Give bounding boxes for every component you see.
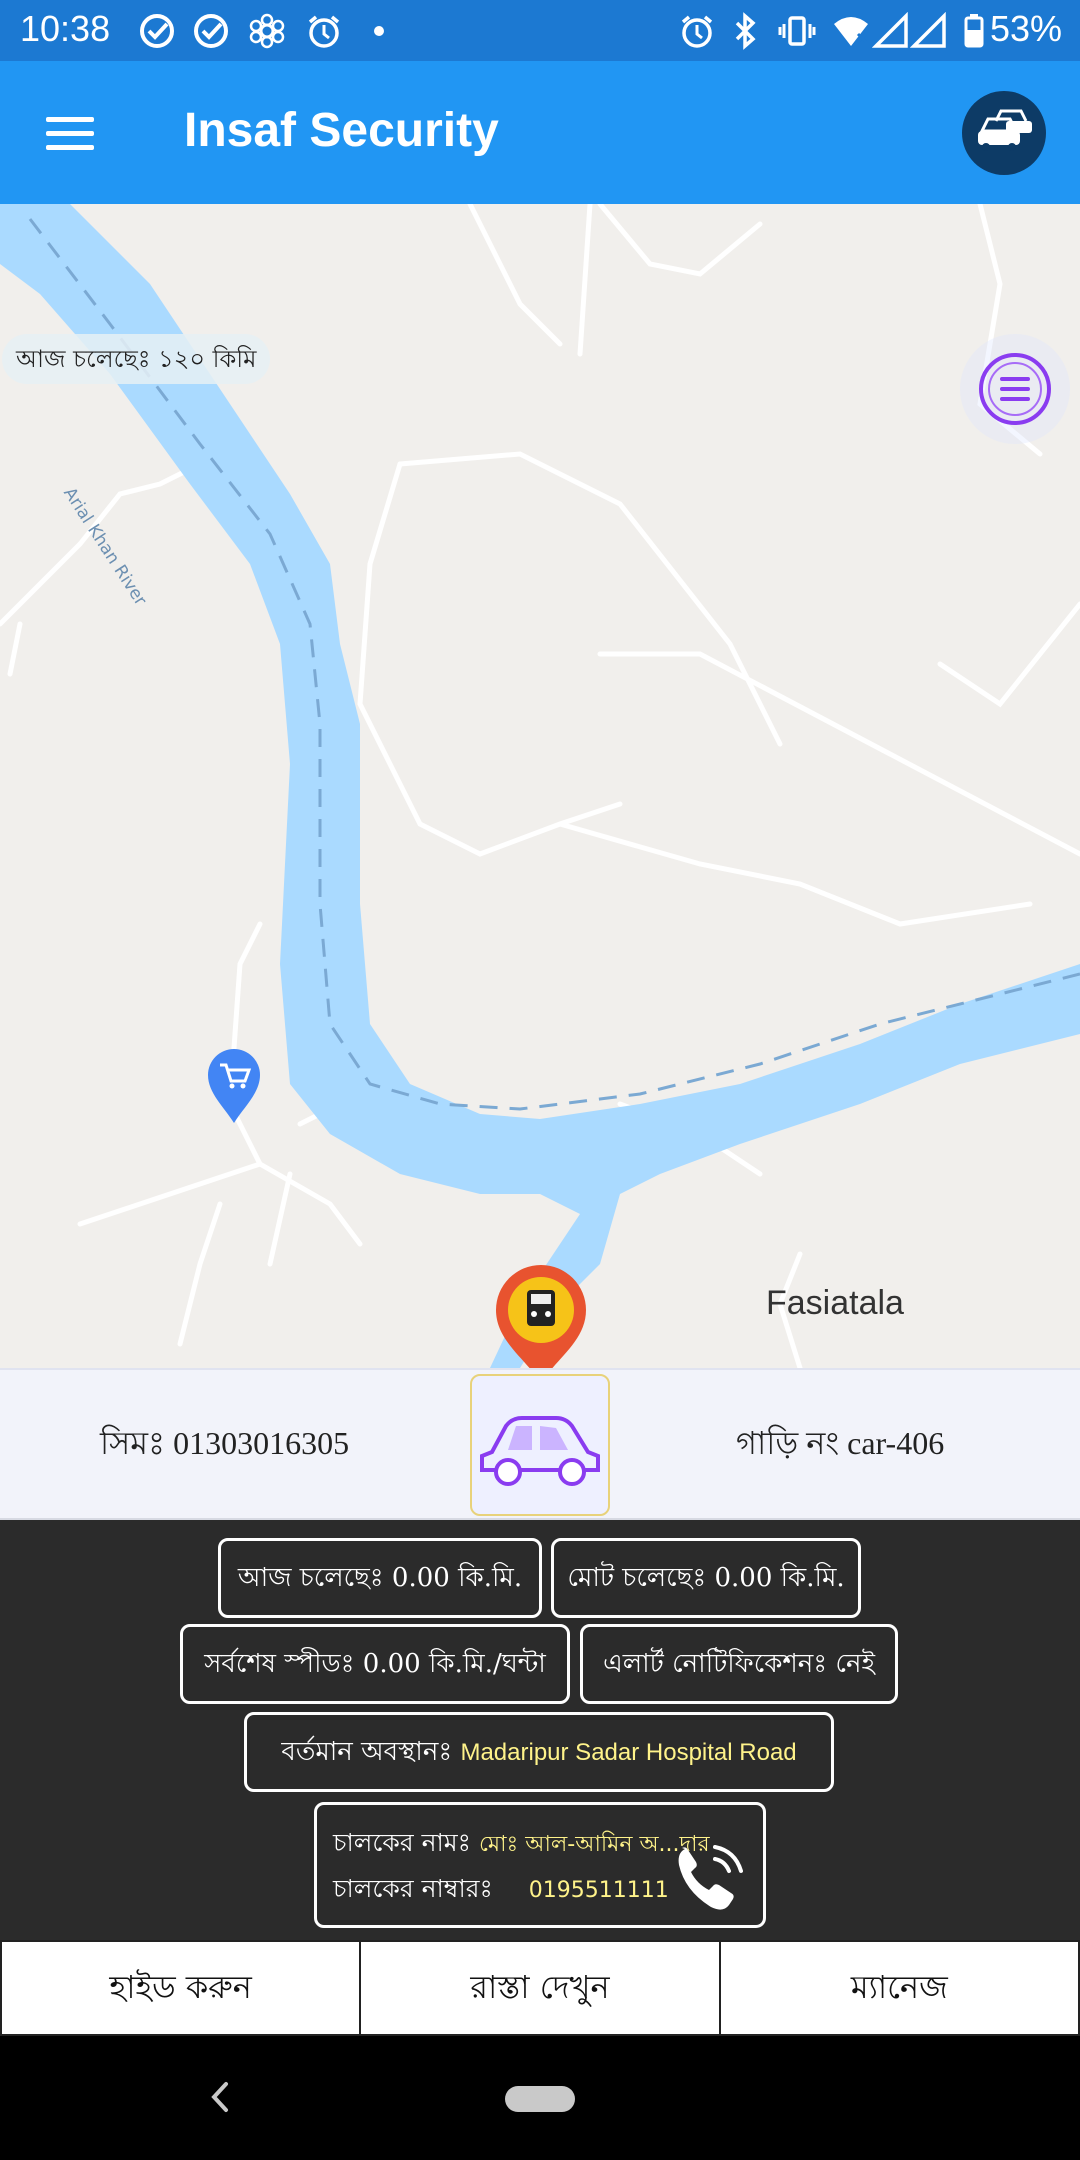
alarm-icon [681,15,713,48]
map-view[interactable]: Arial Khan River আজ চলেছেঃ ১২০ কিমি Fasi… [0,204,1080,1368]
vibrate-icon [778,16,816,46]
battery-icon [964,14,984,48]
tab-manage[interactable]: ম্যানেজ [718,1942,1080,2034]
total-distance: মোট চলেছেঃ 0.00 কি.মি. [567,1563,845,1593]
tab-hide[interactable]: হাইড করুন [0,1942,359,2034]
details-panel: আজ চলেছেঃ 0.00 কি.মি. মোট চলেছেঃ 0.00 কি… [0,1520,1080,1940]
vehicle-plate: গাড়ি নং car-406 [736,1425,945,1461]
back-chevron-icon[interactable] [200,2072,240,2122]
system-nav-bar [0,2036,1080,2160]
check-circle-icon [194,14,228,48]
last-speed-box: সর্বশেষ স্পীডঃ 0.00 কি.মি./ঘন্টা [180,1624,570,1704]
list-menu-icon[interactable] [960,334,1070,444]
sim-number: সিমঃ 01303016305 [100,1425,350,1461]
vehicle-info-strip: সিমঃ 01303016305 গাড়ি নং car-406 [0,1368,1080,1520]
battery-percent: 53% [989,8,1062,49]
hamburger-menu-icon[interactable] [30,101,110,165]
signal-icon [872,12,908,48]
shopping-cart-icon[interactable] [206,1047,262,1125]
app-title: Insaf Security [184,104,499,157]
location-label: বর্তমান অবস্থানঃ [281,1737,453,1767]
alert-notification-box: এলার্ট নোটিফিকেশনঃ নেই [580,1624,898,1704]
driver-info-box: চালকের নামঃ মোঃ আল-আমিন অ...দার চালকের ন… [314,1802,766,1928]
last-speed: সর্বশেষ স্পীডঃ 0.00 কি.মি./ঘন্টা [204,1649,546,1679]
today-distance-pill: আজ চলেছেঃ ১২০ কিমি [2,334,271,384]
status-bar: 10:38 53% [0,0,1080,61]
today-distance-box: আজ চলেছেঃ 0.00 কি.মি. [218,1538,542,1618]
today-distance: আজ চলেছেঃ 0.00 কি.মি. [237,1563,523,1593]
status-time: 10:38 [20,8,111,49]
dot-icon [374,26,384,36]
driver-number-value: 0195511111 [528,1878,669,1903]
app-bar: Insaf Security [0,61,1080,204]
vehicle-marker-icon[interactable] [494,1264,588,1368]
car-icon[interactable] [470,1374,610,1516]
home-pill-icon[interactable] [505,2086,575,2112]
total-distance-box: মোট চলেছেঃ 0.00 কি.মি. [551,1538,861,1618]
wifi-icon [834,17,868,46]
gear-flower-icon [249,13,285,49]
bluetooth-icon [735,12,756,50]
place-label: Fasiatala [766,1284,904,1322]
signal-icon [910,12,946,48]
check-circle-icon [140,14,174,48]
driver-number-label: চালকের নাম্বারঃ [333,1874,493,1903]
cars-icon[interactable] [962,91,1046,175]
bottom-tabs: হাইড করুন রাস্তা দেখুন ম্যানেজ [0,1940,1080,2036]
location-value: Madaripur Sadar Hospital Road [460,1739,797,1766]
alert-notification: এলার্ট নোটিফিকেশনঃ নেই [602,1649,876,1679]
driver-name-label: চালকের নামঃ [333,1828,471,1857]
alarm-icon [308,15,340,48]
tab-view-route[interactable]: রাস্তা দেখুন [359,1942,718,2034]
current-location-box: বর্তমান অবস্থানঃ Madaripur Sadar Hospita… [244,1712,834,1792]
phone-call-icon[interactable] [669,1839,749,1919]
